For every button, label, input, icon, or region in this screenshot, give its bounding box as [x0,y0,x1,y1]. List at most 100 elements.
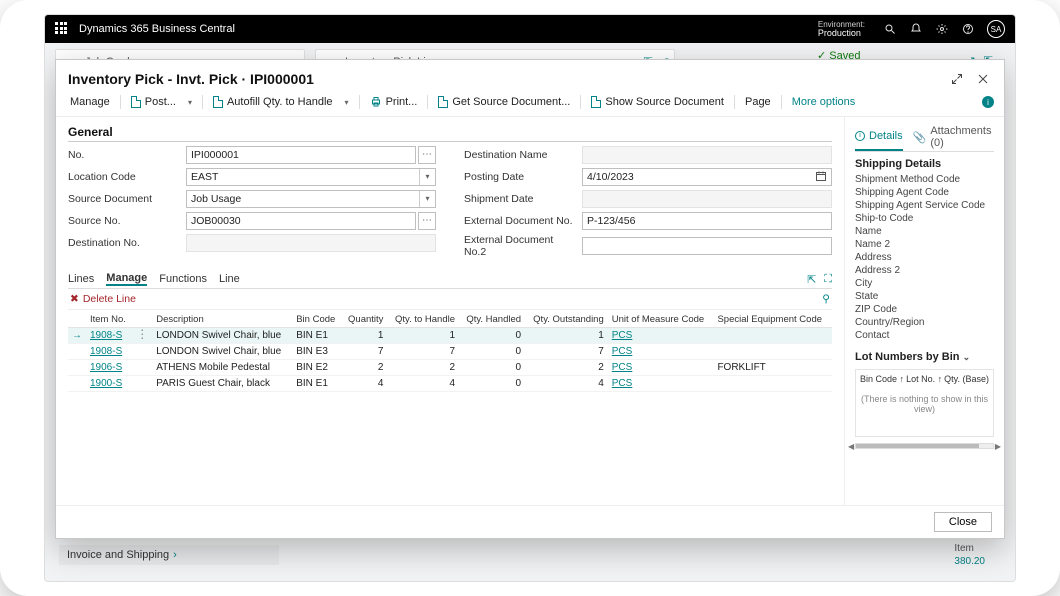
chevron-down-icon[interactable]: ▾ [419,169,435,185]
shipping-detail-item[interactable]: Ship-to Code [855,213,994,224]
show-source-document-button[interactable]: Show Source Document [587,94,728,110]
cell-qty-to-handle[interactable]: 2 [387,360,459,376]
personalize-icon[interactable]: ⚲ [822,293,830,305]
shipping-detail-item[interactable]: Address 2 [855,265,994,276]
external-doc-no2-input[interactable] [582,237,832,255]
cell-qty-to-handle[interactable]: 1 [387,328,459,344]
expand-icon[interactable] [948,70,966,88]
shipping-detail-item[interactable]: Shipping Agent Code [855,187,994,198]
lot-numbers-header[interactable]: Lot Numbers by Bin ⌄ [855,351,994,363]
cell-qty-to-handle[interactable]: 7 [387,344,459,360]
col-lot-no[interactable]: Lot No. ↑ [906,374,942,384]
cell-qty-handled[interactable]: 0 [459,328,525,344]
no-input[interactable]: IPI000001 [186,146,416,164]
source-document-input[interactable]: Job Usage▾ [186,190,436,208]
col-bin-code[interactable]: Bin Code ↑ [860,374,904,384]
cell-qty[interactable]: 7 [342,344,388,360]
posting-date-input[interactable]: 4/10/2023 [582,168,832,186]
col-description[interactable]: Description [152,312,292,328]
share-icon[interactable]: ⇱ [807,273,816,286]
environment-indicator[interactable]: Environment: Production [818,21,865,38]
cell-uom[interactable]: PCS [608,376,714,392]
user-avatar[interactable]: SA [987,20,1005,38]
col-qty-outstanding[interactable]: Qty. Outstanding [525,312,608,328]
shipping-detail-item[interactable]: Shipment Method Code [855,174,994,185]
app-launcher-icon[interactable] [55,22,69,36]
shipping-detail-item[interactable]: Country/Region [855,317,994,328]
table-row[interactable]: 1908-SLONDON Swivel Chair, blueBIN E3770… [68,344,832,360]
col-uom[interactable]: Unit of Measure Code [608,312,714,328]
tab-lines[interactable]: Lines [68,273,94,285]
cell-qty-handled[interactable]: 0 [459,344,525,360]
table-row[interactable]: →1908-S⋮LONDON Swivel Chair, blueBIN E11… [68,328,832,344]
cell-qty-to-handle[interactable]: 4 [387,376,459,392]
col-bin-code[interactable]: Bin Code [292,312,342,328]
item-no-link[interactable]: 1906-S [90,362,122,373]
location-code-input[interactable]: EAST▾ [186,168,436,186]
external-doc-no-input[interactable]: P-123/456 [582,212,832,230]
print-button[interactable]: Print... [366,94,422,110]
table-row[interactable]: 1906-SATHENS Mobile PedestalBIN E22202PC… [68,360,832,376]
manage-menu[interactable]: Manage [66,94,114,110]
cell-qty-outstanding[interactable]: 4 [525,376,608,392]
source-no-input[interactable]: JOB00030 [186,212,416,230]
tab-manage[interactable]: Manage [106,272,147,286]
tab-details[interactable]: iDetails [855,123,903,151]
cell-equipment[interactable] [713,376,832,392]
cell-qty-handled[interactable]: 0 [459,376,525,392]
post-split-button[interactable]: ▾ [184,96,196,109]
cell-qty-outstanding[interactable]: 1 [525,328,608,344]
col-qty-to-handle[interactable]: Qty. to Handle [387,312,459,328]
cell-bin[interactable]: BIN E1 [292,376,342,392]
cell-qty-handled[interactable]: 0 [459,360,525,376]
cell-qty-outstanding[interactable]: 7 [525,344,608,360]
tab-attachments[interactable]: 📎Attachments (0) [913,123,994,151]
item-no-link[interactable]: 1900-S [90,378,122,389]
col-special-equipment[interactable]: Special Equipment Code [713,312,832,328]
cell-qty[interactable]: 2 [342,360,388,376]
calendar-icon[interactable] [815,170,829,184]
cell-qty-outstanding[interactable]: 2 [525,360,608,376]
shipping-detail-item[interactable]: Address [855,252,994,263]
close-button[interactable]: Close [934,512,992,532]
cell-bin[interactable]: BIN E1 [292,328,342,344]
cell-uom[interactable]: PCS [608,360,714,376]
source-no-assist-button[interactable]: ⋯ [418,212,436,230]
help-icon[interactable] [961,22,975,36]
shipping-detail-item[interactable]: Name 2 [855,239,994,250]
shipping-detail-item[interactable]: Contact [855,330,994,341]
post-button[interactable]: Post... [127,94,180,110]
search-icon[interactable] [883,22,897,36]
col-quantity[interactable]: Quantity [342,312,388,328]
no-assist-button[interactable]: ⋯ [418,146,436,164]
cell-equipment[interactable] [713,344,832,360]
autofill-split-button[interactable]: ▾ [341,96,353,109]
horizontal-scrollbar[interactable]: ◀▶ [855,443,994,449]
cell-uom[interactable]: PCS [608,328,714,344]
item-no-link[interactable]: 1908-S [90,346,122,357]
col-qty-handled[interactable]: Qty. Handled [459,312,525,328]
more-options-button[interactable]: More options [788,94,860,110]
get-source-document-button[interactable]: Get Source Document... [434,94,574,110]
info-icon[interactable]: i [982,96,994,108]
shipping-detail-item[interactable]: Shipping Agent Service Code [855,200,994,211]
col-item-no[interactable]: Item No. [86,312,132,328]
notifications-icon[interactable] [909,22,923,36]
delete-line-button[interactable]: ✖Delete Line [70,293,136,305]
autofill-button[interactable]: Autofill Qty. to Handle [209,94,337,110]
cell-uom[interactable]: PCS [608,344,714,360]
page-menu[interactable]: Page [741,94,775,110]
general-section-header[interactable]: General [68,125,832,142]
maximize-icon[interactable]: ⛶ [824,273,832,286]
shipping-detail-item[interactable]: ZIP Code [855,304,994,315]
shipping-details-header[interactable]: Shipping Details [855,158,994,170]
table-row[interactable]: 1900-SPARIS Guest Chair, blackBIN E14404… [68,376,832,392]
cell-equipment[interactable] [713,328,832,344]
close-icon[interactable] [974,70,992,88]
shipping-detail-item[interactable]: State [855,291,994,302]
item-no-link[interactable]: 1908-S [90,330,122,341]
cell-bin[interactable]: BIN E2 [292,360,342,376]
bg-invoice-section[interactable]: Invoice and Shipping› [59,545,279,565]
chevron-down-icon[interactable]: ▾ [419,191,435,207]
row-menu-icon[interactable]: ⋮ [136,327,148,341]
